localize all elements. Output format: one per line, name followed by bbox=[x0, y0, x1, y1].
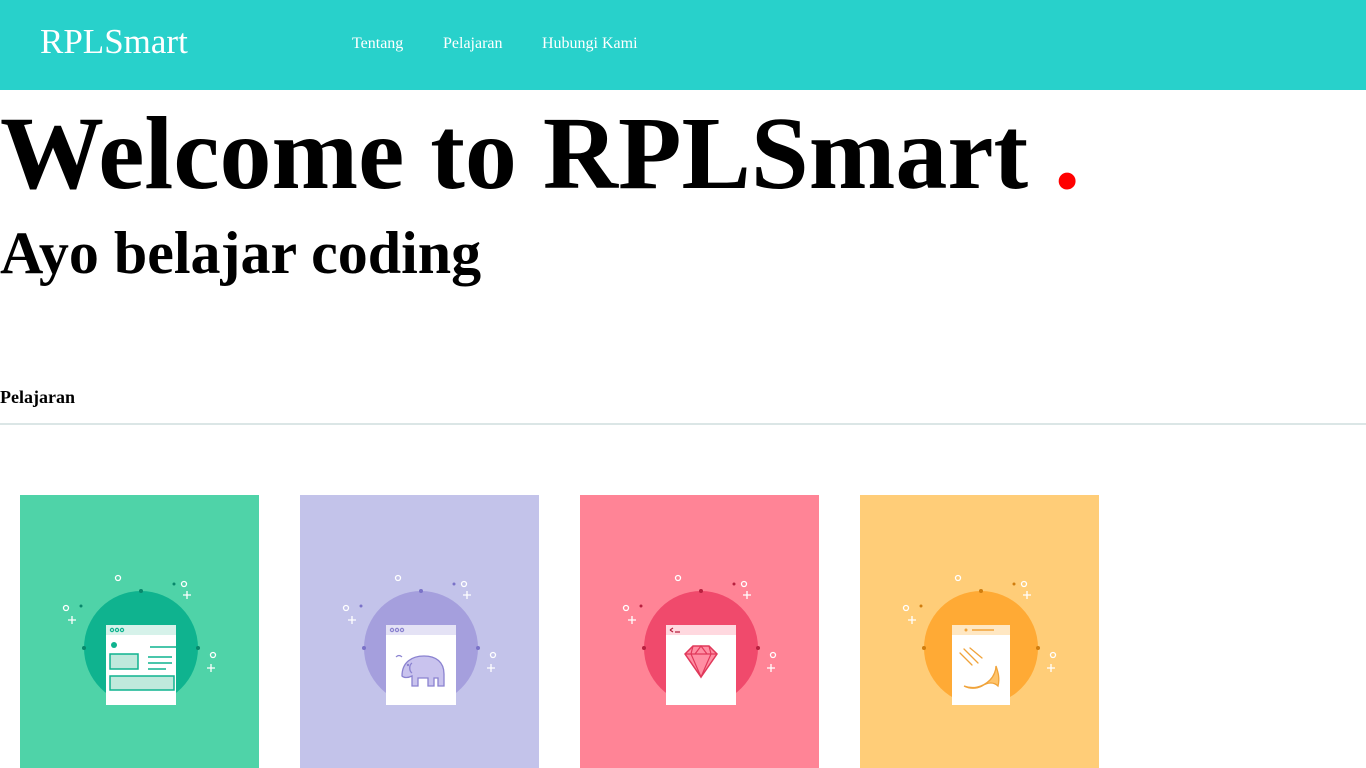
swift-bird-icon bbox=[902, 574, 1057, 705]
hero-title-dot: . bbox=[1054, 96, 1081, 211]
section-title-pelajaran: Pelajaran bbox=[0, 387, 75, 407]
php-elephant-icon bbox=[342, 574, 497, 705]
course-card-ruby[interactable] bbox=[580, 495, 819, 768]
hero-subtitle: Ayo belajar coding bbox=[0, 220, 482, 286]
nav-link-pelajaran[interactable]: Pelajaran bbox=[443, 34, 503, 54]
nav-link-hubungi-kami[interactable]: Hubungi Kami bbox=[542, 34, 638, 54]
navbar: RPLSmart Tentang Pelajaran Hubungi Kami bbox=[0, 0, 1366, 90]
course-card-php[interactable] bbox=[300, 495, 539, 768]
html-css-icon bbox=[62, 574, 217, 705]
course-card-html-css[interactable] bbox=[20, 495, 259, 768]
ruby-gem-icon bbox=[622, 574, 777, 705]
hero-title: Welcome to RPLSmart . bbox=[0, 94, 1080, 214]
course-card-swift[interactable] bbox=[860, 495, 1099, 768]
brand-logo[interactable]: RPLSmart bbox=[40, 20, 188, 64]
section-divider bbox=[0, 423, 1366, 425]
hero-title-text: Welcome to RPLSmart bbox=[0, 96, 1029, 211]
nav-link-tentang[interactable]: Tentang bbox=[352, 34, 403, 54]
